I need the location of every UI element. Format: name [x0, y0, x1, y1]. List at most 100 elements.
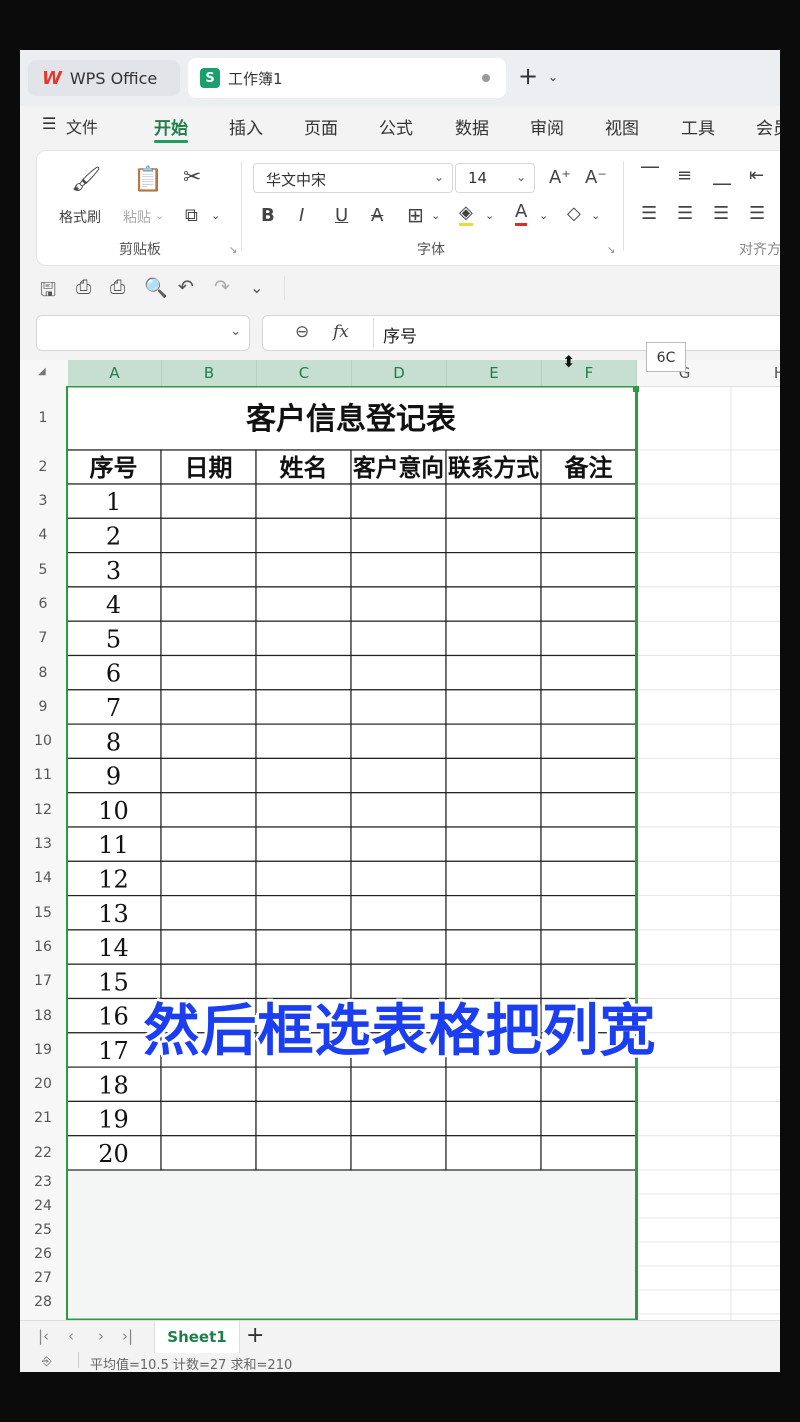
- table-cell[interactable]: [255, 620, 352, 657]
- table-cell[interactable]: [445, 689, 542, 725]
- row-header[interactable]: 12: [20, 792, 66, 827]
- row-header[interactable]: 14: [20, 861, 66, 896]
- align-top-icon[interactable]: ⎺: [641, 165, 659, 186]
- table-cell[interactable]: [160, 552, 257, 588]
- bold-button[interactable]: B: [261, 205, 275, 226]
- spreadsheet-grid[interactable]: ◢ A B C D E F G H ⬍ 1 2 3 4 5 6 7 8 9 10 11 12 13 14 1…: [20, 352, 780, 1320]
- table-cell[interactable]: [540, 1135, 637, 1171]
- table-cell[interactable]: [350, 1066, 447, 1102]
- table-cell[interactable]: [255, 654, 352, 691]
- menu-data[interactable]: 数据: [455, 114, 489, 139]
- select-all-icon[interactable]: ◢: [38, 366, 46, 377]
- row-header[interactable]: 13: [20, 827, 66, 862]
- row-header[interactable]: 24: [20, 1194, 66, 1218]
- table-cell[interactable]: [540, 1100, 637, 1137]
- table-cell[interactable]: [350, 895, 447, 931]
- table-cell[interactable]: [445, 895, 542, 931]
- row-header[interactable]: 9: [20, 689, 66, 725]
- align-center-icon[interactable]: ☰: [677, 203, 693, 224]
- table-cell[interactable]: [540, 792, 637, 828]
- underline-button[interactable]: U: [335, 205, 348, 226]
- increase-font-icon[interactable]: A⁺: [549, 167, 571, 188]
- table-cell[interactable]: [255, 1100, 352, 1137]
- fill-color-icon[interactable]: ◈: [459, 203, 473, 226]
- document-tab[interactable]: S 工作簿1: [188, 58, 506, 98]
- align-bottom-icon[interactable]: ⎽: [713, 165, 731, 186]
- font-size-select[interactable]: 14 ⌄: [455, 163, 535, 193]
- add-sheet-button[interactable]: +: [246, 1323, 264, 1348]
- copy-dropdown-icon[interactable]: ⌄: [211, 209, 220, 222]
- table-cell[interactable]: [160, 654, 257, 691]
- font-color-icon[interactable]: A: [515, 201, 528, 226]
- table-cell[interactable]: [255, 1066, 352, 1102]
- app-tab[interactable]: W WPS Office: [28, 60, 180, 96]
- table-cell[interactable]: [540, 860, 637, 897]
- row-header[interactable]: 5: [20, 552, 66, 587]
- last-sheet-icon[interactable]: ›|: [122, 1327, 133, 1345]
- table-cell[interactable]: [540, 552, 637, 588]
- name-box[interactable]: ⌄: [36, 315, 250, 351]
- paste-icon[interactable]: 📋: [133, 165, 163, 193]
- fill-handle[interactable]: [633, 386, 639, 392]
- table-cell[interactable]: [445, 826, 542, 862]
- row-header[interactable]: 22: [20, 1135, 66, 1170]
- copy-icon[interactable]: ⧉: [185, 205, 198, 226]
- table-cell[interactable]: [540, 483, 637, 519]
- row-header[interactable]: 16: [20, 929, 66, 965]
- font-color-dropdown-icon[interactable]: ⌄: [539, 209, 548, 222]
- hamburger-icon[interactable]: ☰: [42, 114, 56, 133]
- table-cell[interactable]: [350, 1135, 447, 1171]
- table-cell[interactable]: [540, 757, 637, 794]
- table-cell[interactable]: [445, 552, 542, 588]
- row-header[interactable]: 6: [20, 586, 66, 622]
- table-cell[interactable]: [255, 792, 352, 828]
- table-cell[interactable]: [540, 620, 637, 657]
- decrease-font-icon[interactable]: A⁻: [585, 167, 607, 188]
- table-cell[interactable]: [445, 723, 542, 760]
- table-cell[interactable]: [350, 517, 447, 554]
- table-cell[interactable]: [445, 1100, 542, 1137]
- print-icon[interactable]: ⎙: [110, 276, 125, 298]
- table-cell[interactable]: [160, 620, 257, 657]
- table-cell[interactable]: [540, 689, 637, 725]
- menu-review[interactable]: 审阅: [530, 114, 564, 139]
- row-header[interactable]: 7: [20, 621, 66, 656]
- fx-icon[interactable]: fx: [333, 322, 349, 342]
- column-header-f[interactable]: F: [542, 360, 637, 386]
- align-right-icon[interactable]: ☰: [713, 203, 729, 224]
- column-header-h[interactable]: H: [732, 360, 780, 386]
- table-cell[interactable]: [160, 586, 257, 622]
- table-cell[interactable]: [160, 860, 257, 897]
- table-cell[interactable]: [540, 723, 637, 760]
- paste-button[interactable]: 粘贴: [123, 207, 151, 227]
- table-cell[interactable]: [445, 654, 542, 691]
- table-cell[interactable]: [160, 483, 257, 519]
- table-cell[interactable]: [540, 517, 637, 554]
- row-header[interactable]: 15: [20, 895, 66, 930]
- table-cell[interactable]: [255, 1135, 352, 1171]
- italic-button[interactable]: I: [299, 205, 304, 226]
- menu-page[interactable]: 页面: [304, 114, 338, 139]
- justify-icon[interactable]: ☰: [749, 203, 765, 224]
- row-header[interactable]: 28: [20, 1290, 66, 1314]
- clipboard-launcher-icon[interactable]: ↘: [229, 245, 237, 256]
- table-cell[interactable]: [255, 689, 352, 725]
- table-cell[interactable]: [350, 689, 447, 725]
- column-header-b[interactable]: B: [162, 360, 257, 386]
- table-cell[interactable]: [160, 792, 257, 828]
- borders-icon[interactable]: ⊞: [407, 203, 424, 227]
- table-cell[interactable]: [160, 895, 257, 931]
- clear-format-icon[interactable]: ◇: [567, 203, 581, 224]
- column-header-e[interactable]: E: [447, 360, 542, 386]
- table-cell[interactable]: [160, 757, 257, 794]
- paste-dropdown-icon[interactable]: ⌄: [155, 209, 164, 222]
- table-cell[interactable]: [350, 1100, 447, 1137]
- table-cell[interactable]: [540, 929, 637, 965]
- new-tab-button[interactable]: +: [518, 62, 538, 90]
- row-header[interactable]: 1: [20, 386, 66, 450]
- indent-icon[interactable]: ⇤: [749, 165, 764, 186]
- table-cell[interactable]: [160, 1135, 257, 1171]
- prev-sheet-icon[interactable]: ‹: [68, 1327, 74, 1345]
- table-cell[interactable]: [445, 792, 542, 828]
- table-cell[interactable]: [445, 620, 542, 657]
